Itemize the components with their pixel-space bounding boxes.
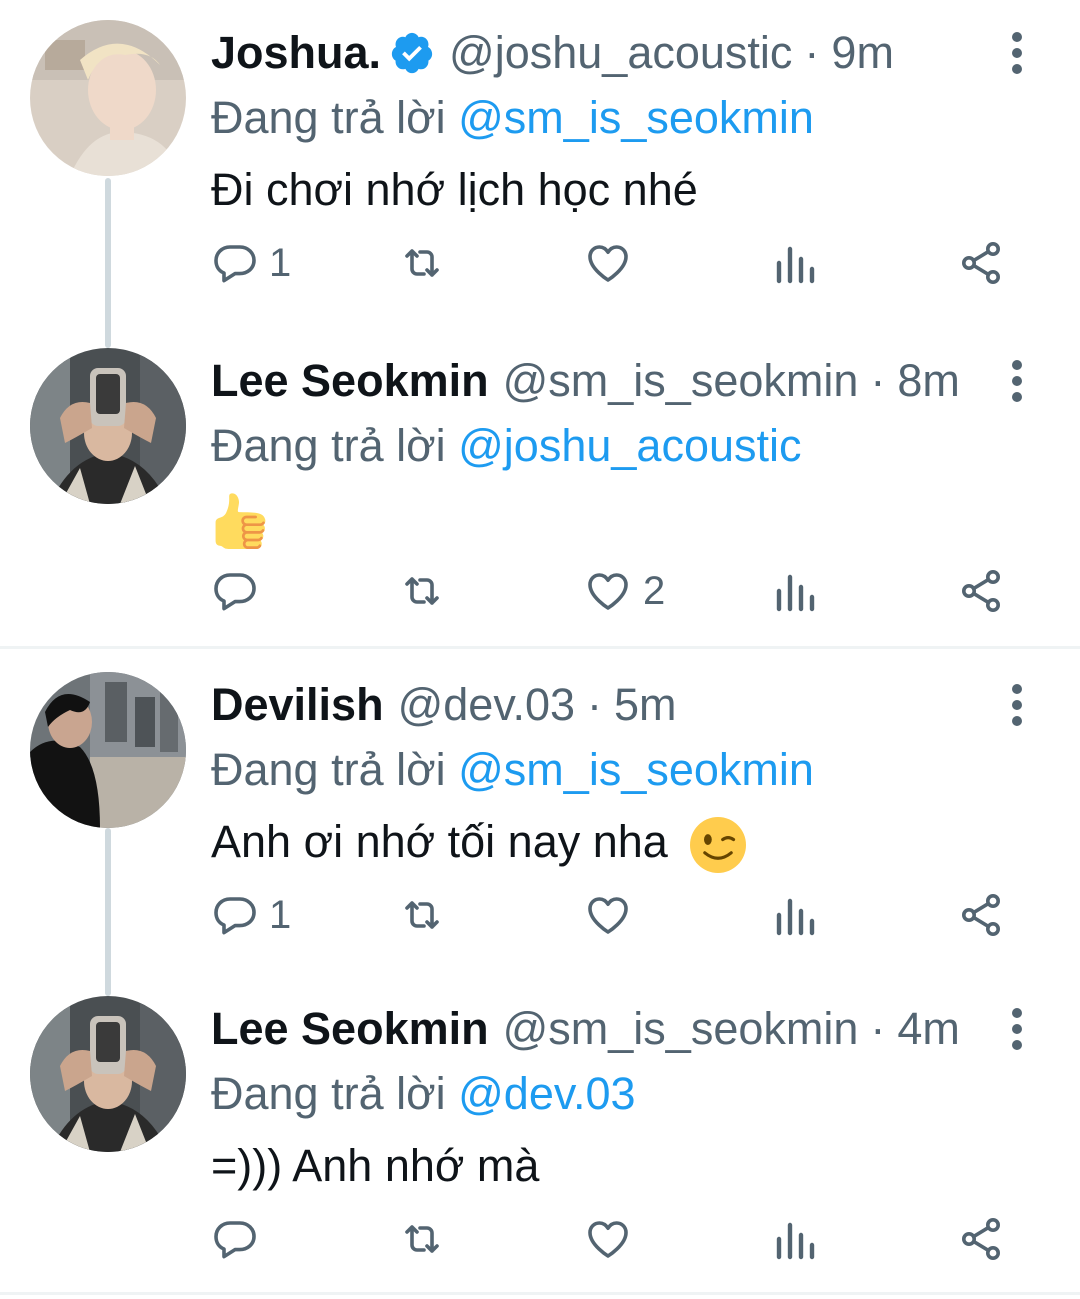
more-options-icon[interactable]: [1004, 358, 1030, 404]
share-button[interactable]: [957, 1204, 1005, 1274]
analytics-button[interactable]: [773, 228, 817, 298]
replying-label: Đang trả lời: [211, 1068, 446, 1119]
mention-link[interactable]: @sm_is_seokmin: [458, 92, 814, 143]
heart-icon: [588, 897, 628, 934]
tweet[interactable]: Lee Seokmin @sm_is_seokmin · 4m Đang trả…: [0, 976, 1080, 1299]
display-name[interactable]: Lee Seokmin: [211, 348, 489, 414]
reply-icon: [214, 245, 256, 283]
action-bar: 1: [211, 228, 1031, 298]
tweet-text-content: Anh ơi nhớ tối nay nha: [211, 816, 668, 867]
share-button[interactable]: [957, 880, 1005, 950]
display-name[interactable]: Joshua.: [211, 20, 381, 86]
user-handle[interactable]: @sm_is_seokmin: [503, 348, 859, 414]
mention-link[interactable]: @joshu_acoustic: [458, 420, 801, 471]
separator-dot: ·: [870, 355, 886, 406]
replying-label: Đang trả lời: [211, 744, 446, 795]
analytics-button[interactable]: [773, 556, 817, 626]
analytics-button[interactable]: [773, 880, 817, 950]
thread-divider: [0, 646, 1080, 649]
retweet-icon: [405, 577, 439, 605]
replying-to: Đang trả lời @sm_is_seokmin: [211, 88, 814, 148]
user-handle[interactable]: @sm_is_seokmin: [503, 996, 859, 1062]
analytics-icon: [776, 1222, 815, 1260]
like-button[interactable]: [583, 880, 643, 950]
tweet[interactable]: Lee Seokmin @sm_is_seokmin · 8m Đang trả…: [0, 328, 1080, 651]
more-options-icon[interactable]: [1004, 1006, 1030, 1052]
action-bar: 1: [211, 880, 1031, 950]
avatar[interactable]: [30, 996, 186, 1152]
analytics-icon: [776, 246, 815, 284]
more-options-icon[interactable]: [1004, 682, 1030, 728]
tweet-text: Đi chơi nhớ lịch học nhé: [211, 164, 698, 215]
reply-button[interactable]: [211, 1204, 269, 1274]
analytics-icon: [776, 898, 815, 936]
tweet-text: Anh ơi nhớ tối nay nha: [211, 812, 747, 874]
display-name[interactable]: Lee Seokmin: [211, 996, 489, 1062]
thread-divider: [0, 1292, 1080, 1295]
user-handle[interactable]: @joshu_acoustic: [449, 20, 792, 86]
heart-icon: [588, 245, 628, 282]
analytics-icon: [776, 574, 815, 612]
timestamp[interactable]: 8m: [897, 348, 960, 414]
retweet-button[interactable]: [396, 228, 458, 298]
retweet-button[interactable]: [396, 880, 458, 950]
reply-button[interactable]: 1: [211, 228, 291, 298]
replying-to: Đang trả lời @sm_is_seokmin: [211, 740, 814, 800]
separator-dot: ·: [587, 679, 603, 730]
replying-to: Đang trả lời @joshu_acoustic: [211, 416, 802, 476]
tweet-text: =))) Anh nhớ mà: [211, 1140, 540, 1191]
action-bar: 2: [211, 556, 1031, 626]
reply-button[interactable]: 1: [211, 880, 291, 950]
more-options-icon[interactable]: [1004, 30, 1030, 76]
tweet[interactable]: Devilish @dev.03 · 5m Đang trả lời @sm_i…: [0, 652, 1080, 975]
display-name[interactable]: Devilish: [211, 672, 384, 738]
reply-icon: [214, 897, 256, 935]
share-icon: [962, 242, 1000, 284]
share-icon: [962, 570, 1000, 612]
tweet-text: [211, 488, 267, 550]
retweet-icon: [405, 901, 439, 929]
retweet-icon: [405, 1225, 439, 1253]
retweet-button[interactable]: [396, 556, 458, 626]
user-handle[interactable]: @dev.03: [398, 672, 575, 738]
reply-icon: [214, 573, 256, 611]
replying-label: Đang trả lời: [211, 420, 446, 471]
like-button[interactable]: 2: [583, 556, 665, 626]
thumbs-up-emoji: [215, 493, 266, 550]
heart-icon: [588, 1221, 628, 1258]
action-bar: [211, 1204, 1031, 1274]
share-icon: [962, 894, 1000, 936]
replying-to: Đang trả lời @dev.03: [211, 1064, 636, 1124]
winking-face-emoji: [690, 817, 747, 874]
avatar[interactable]: [30, 348, 186, 504]
share-button[interactable]: [957, 228, 1005, 298]
separator-dot: ·: [870, 1003, 886, 1054]
mention-link[interactable]: @dev.03: [458, 1068, 635, 1119]
separator-dot: ·: [804, 27, 820, 78]
share-icon: [962, 1218, 1000, 1260]
share-button[interactable]: [957, 556, 1005, 626]
tweet[interactable]: Joshua. @joshu_acoustic · 9m Đang trả lờ…: [0, 0, 1080, 323]
heart-icon: [588, 573, 628, 610]
timestamp[interactable]: 4m: [897, 996, 960, 1062]
like-button[interactable]: [583, 1204, 643, 1274]
timestamp[interactable]: 5m: [614, 672, 677, 738]
analytics-button[interactable]: [773, 1204, 817, 1274]
replying-label: Đang trả lời: [211, 92, 446, 143]
reply-icon: [214, 1221, 256, 1259]
avatar[interactable]: [30, 672, 186, 828]
reply-button[interactable]: [211, 556, 269, 626]
retweet-icon: [405, 249, 439, 277]
mention-link[interactable]: @sm_is_seokmin: [458, 744, 814, 795]
avatar[interactable]: [30, 20, 186, 176]
verified-badge-icon: [391, 32, 433, 74]
retweet-button[interactable]: [396, 1204, 458, 1274]
reply-count: 1: [269, 892, 292, 937]
like-count: 2: [643, 568, 666, 613]
timestamp[interactable]: 9m: [831, 20, 894, 86]
like-button[interactable]: [583, 228, 643, 298]
reply-count: 1: [269, 240, 292, 285]
